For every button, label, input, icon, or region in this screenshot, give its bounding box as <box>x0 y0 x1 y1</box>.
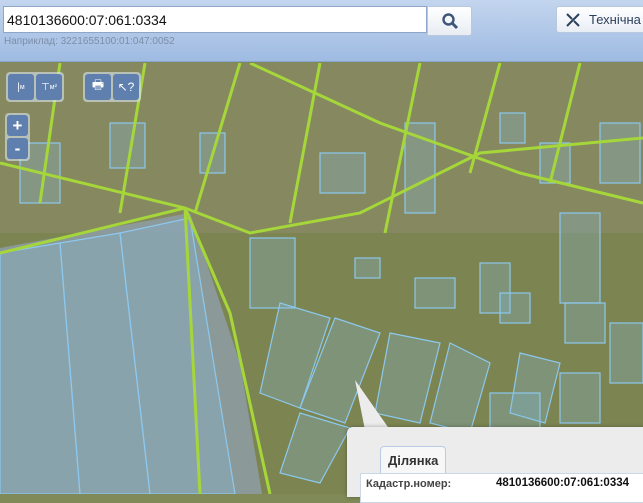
popup-pointer <box>355 380 390 430</box>
cadastral-search-input[interactable] <box>3 6 427 33</box>
technical-label: Технічна <box>589 12 641 27</box>
parcel-info-panel: Кадастр.номер: 4810136600:07:061:0334 <box>360 473 643 503</box>
tools-icon <box>566 12 580 27</box>
cadastral-number-label: Кадастр.номер: <box>366 478 452 490</box>
search-icon <box>441 13 458 30</box>
utility-toolbar: 🖶 ↖? <box>83 72 141 102</box>
measure-toolbar: | м ⊤ м² <box>6 72 64 102</box>
identify-button[interactable]: ↖? <box>113 74 139 100</box>
technical-button[interactable]: Технічна <box>556 6 643 33</box>
top-bar: Наприклад: 3221655100:01:047:0052 Техніч… <box>0 0 643 62</box>
parcel-popup: Ділянка Кадастр.номер: 4810136600:07:061… <box>347 427 643 503</box>
search-hint: Наприклад: 3221655100:01:047:0052 <box>4 36 175 47</box>
cadastral-number-value: 4810136600:07:061:0334 <box>496 477 630 489</box>
printer-icon: 🖶 <box>91 77 105 92</box>
tab-parcel[interactable]: Ділянка <box>380 446 447 474</box>
zoom-out-button[interactable]: - <box>7 138 28 159</box>
measure-length-button[interactable]: | м <box>8 74 34 100</box>
cursor-question-icon: ↖? <box>117 80 135 94</box>
area-icon: ⊤ <box>41 81 50 93</box>
search-button[interactable] <box>427 6 472 36</box>
measure-area-button[interactable]: ⊤ м² <box>36 74 62 100</box>
zoom-in-button[interactable]: + <box>7 115 28 136</box>
print-button[interactable]: 🖶 <box>85 74 111 100</box>
zoom-control: + - <box>5 113 30 161</box>
